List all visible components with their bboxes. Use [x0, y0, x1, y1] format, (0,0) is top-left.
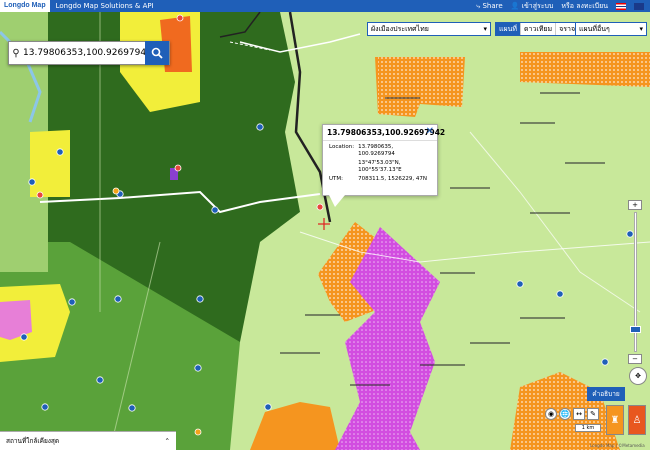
search-input[interactable]	[23, 43, 145, 63]
globe-icon[interactable]: 🌐	[559, 408, 571, 420]
nearby-places-bar[interactable]: สถานที่ใกล้เคียงสุด ⌃	[0, 431, 176, 450]
search-mini-icon: ⚲	[12, 47, 20, 59]
draw-icon[interactable]: ✎	[587, 408, 599, 420]
popup-details: Location: 13.7980635, 100.9269794 13°47'…	[327, 143, 433, 184]
chevron-down-icon: ▾	[483, 25, 487, 33]
utm-value: 708311.5, 1526229, 47N	[358, 176, 427, 182]
chevron-down-icon: ▾	[639, 25, 643, 33]
person-icon[interactable]: ♙	[628, 405, 646, 435]
pan-control-icon[interactable]: ✥	[629, 367, 647, 385]
layer-dropdown[interactable]: ผังเมืองประเทศไทย ▾	[367, 22, 491, 36]
search-box: ⚲	[8, 41, 170, 65]
map-type-switch: แผนที่ ดาวเทียม จราจร	[495, 22, 584, 36]
zone-yellow-west	[30, 130, 70, 197]
other-maps-label: แผนที่อื่นๆ	[579, 24, 610, 33]
scale-bar: 1 km	[575, 424, 601, 432]
map-type-normal[interactable]: แผนที่	[496, 23, 522, 35]
expand-icon[interactable]: ⌃	[165, 437, 170, 445]
map-canvas[interactable]	[0, 12, 650, 450]
register-label: หรือ ลงทะเบียน	[561, 1, 608, 10]
login-link[interactable]: 👤 เข้าสู่ระบบ	[511, 1, 554, 12]
popup-title: 13.79806353,100.92697942	[323, 125, 445, 141]
share-link[interactable]: ⤷ Share	[476, 2, 502, 11]
search-button[interactable]	[145, 41, 169, 65]
close-icon[interactable]: ✕	[426, 126, 434, 137]
longdo-logo[interactable]: Longdo Map	[0, 0, 50, 12]
brand-title[interactable]: Longdo Map Solutions & API	[56, 2, 477, 10]
location-value: 13.7980635, 100.9269794	[358, 144, 395, 157]
location-popup: 13.79806353,100.92697942 ✕ Location: 13.…	[322, 124, 445, 207]
layer-dropdown-label: ผังเมืองประเทศไทย	[371, 24, 429, 33]
login-label: เข้าสู่ระบบ	[521, 1, 554, 10]
register-link[interactable]: หรือ ลงทะเบียน	[561, 1, 608, 12]
english-flag-icon[interactable]	[634, 2, 644, 10]
other-maps-dropdown[interactable]: แผนที่อื่นๆ ▾	[575, 22, 647, 36]
dms-lat: 13°47'53.03"N,	[358, 160, 401, 166]
layers-tool-icon[interactable]: ◉	[545, 408, 557, 420]
zoom-out-button[interactable]: −	[628, 354, 642, 364]
search-icon	[151, 47, 163, 59]
help-button[interactable]: คำอธิบาย	[587, 387, 625, 401]
nearby-label: สถานที่ใกล้เคียงสุด	[6, 437, 60, 445]
map-type-satellite[interactable]: ดาวเทียม	[521, 23, 557, 35]
popup-tail	[329, 195, 345, 207]
zoom-slider-thumb[interactable]	[630, 326, 641, 333]
share-label: Share	[482, 1, 503, 10]
map-layer[interactable]	[0, 12, 650, 450]
map-credit: Longdo Map | ©Metamedia	[590, 443, 645, 448]
street-view-icon[interactable]: ♜	[606, 405, 624, 435]
dms-lon: 100°55'37.13"E	[358, 167, 402, 173]
measure-icon[interactable]: ↔	[573, 408, 585, 420]
top-header: Longdo Map Longdo Map Solutions & API ⤷ …	[0, 0, 650, 12]
utm-label: UTM:	[329, 176, 343, 182]
thai-flag-icon[interactable]	[616, 2, 626, 10]
location-label: Location:	[329, 144, 355, 150]
zoom-in-button[interactable]: +	[628, 200, 642, 210]
